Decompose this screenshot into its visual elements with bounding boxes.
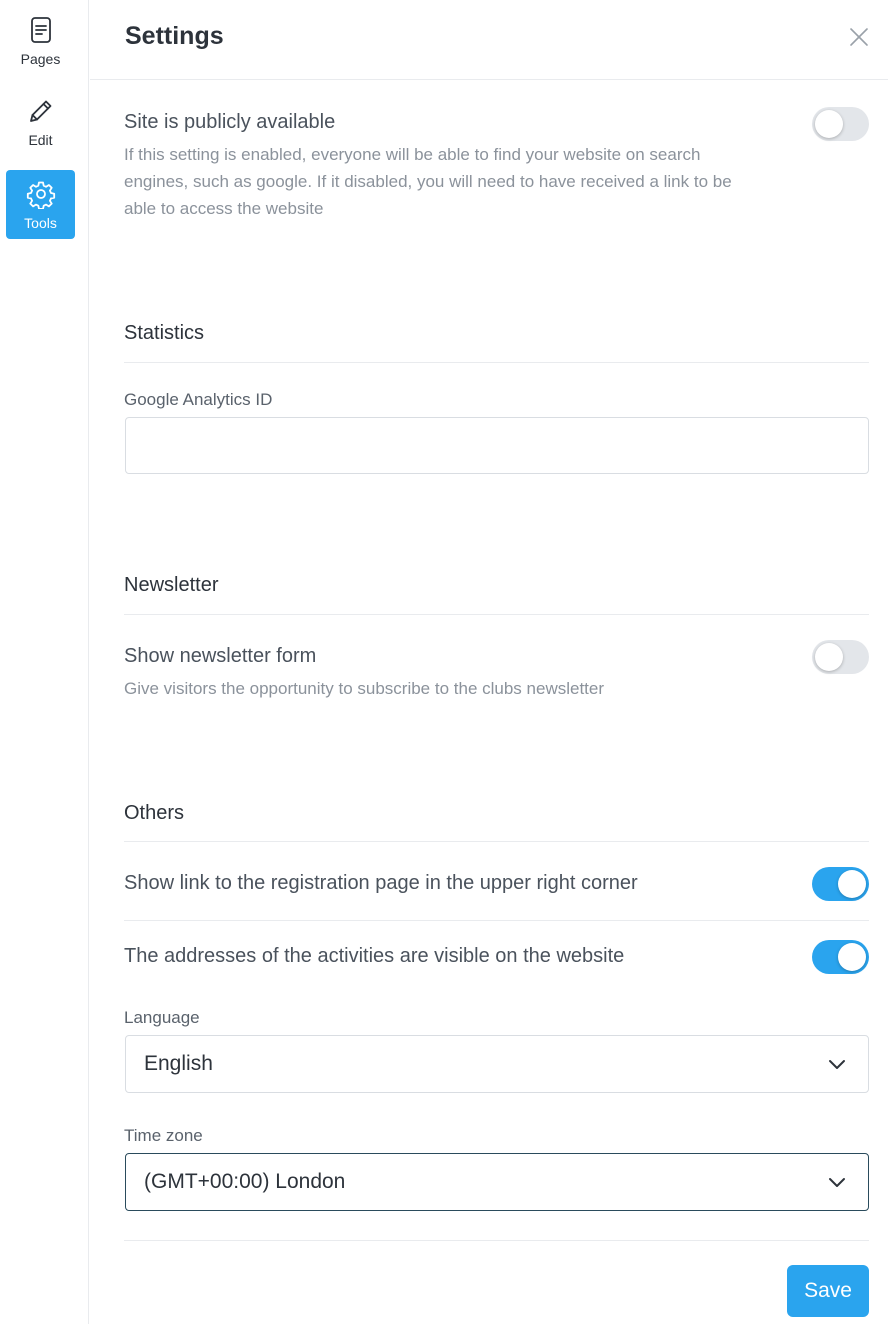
page-title: Settings — [125, 22, 224, 50]
language-select[interactable]: English — [125, 1035, 869, 1093]
registration-link-toggle[interactable] — [812, 867, 869, 901]
close-icon[interactable] — [848, 26, 870, 48]
sidebar: Pages Edit Tools — [0, 0, 89, 1324]
toggle-knob — [815, 643, 843, 671]
sidebar-item-label: Edit — [28, 131, 53, 148]
description-line: If this setting is enabled, everyone wil… — [124, 145, 701, 164]
language-label: Language — [124, 1008, 200, 1027]
newsletter-form-toggle[interactable] — [812, 640, 869, 674]
divider — [124, 1240, 869, 1241]
pencil-icon — [29, 100, 51, 122]
sidebar-item-label: Tools — [24, 214, 57, 231]
document-icon — [30, 16, 51, 43]
newsletter-section-title: Newsletter — [124, 574, 219, 596]
public-setting-title: Site is publicly available — [124, 111, 336, 133]
public-availability-toggle[interactable] — [812, 107, 869, 141]
divider — [124, 920, 869, 921]
gear-icon — [26, 181, 55, 209]
others-section-title: Others — [124, 802, 185, 824]
registration-link-title: Show link to the registration page in th… — [124, 872, 638, 894]
toggle-knob — [815, 110, 843, 138]
language-selected-value: English — [144, 1052, 213, 1075]
save-button[interactable]: Save — [787, 1265, 869, 1317]
settings-header: Settings — [90, 0, 888, 80]
newsletter-setting-description: Give visitors the opportunity to subscri… — [124, 679, 605, 698]
description-line: engines, such as google. If it disabled,… — [124, 172, 732, 191]
timezone-select[interactable]: (GMT+00:00) London — [125, 1153, 869, 1211]
addresses-visible-toggle[interactable] — [812, 940, 869, 974]
statistics-section-title: Statistics — [124, 322, 205, 344]
chevron-down-icon — [829, 1060, 845, 1069]
addresses-visible-title: The addresses of the activities are visi… — [124, 945, 625, 967]
sidebar-item-pages[interactable]: Pages — [6, 6, 75, 75]
newsletter-setting-title: Show newsletter form — [124, 645, 317, 667]
timezone-selected-value: (GMT+00:00) London — [144, 1170, 346, 1193]
sidebar-item-edit[interactable]: Edit — [6, 87, 75, 156]
toggle-knob — [838, 943, 866, 971]
public-setting-description: If this setting is enabled, everyone wil… — [124, 141, 774, 222]
divider — [124, 362, 869, 363]
sidebar-item-tools[interactable]: Tools — [6, 170, 75, 239]
timezone-label: Time zone — [124, 1126, 203, 1145]
description-line: able to access the website — [124, 199, 324, 218]
chevron-down-icon — [829, 1178, 845, 1187]
toggle-knob — [838, 870, 866, 898]
google-analytics-label: Google Analytics ID — [124, 390, 273, 409]
divider — [124, 841, 869, 842]
divider — [124, 614, 869, 615]
google-analytics-input[interactable] — [125, 417, 869, 474]
sidebar-item-label: Pages — [20, 50, 61, 67]
